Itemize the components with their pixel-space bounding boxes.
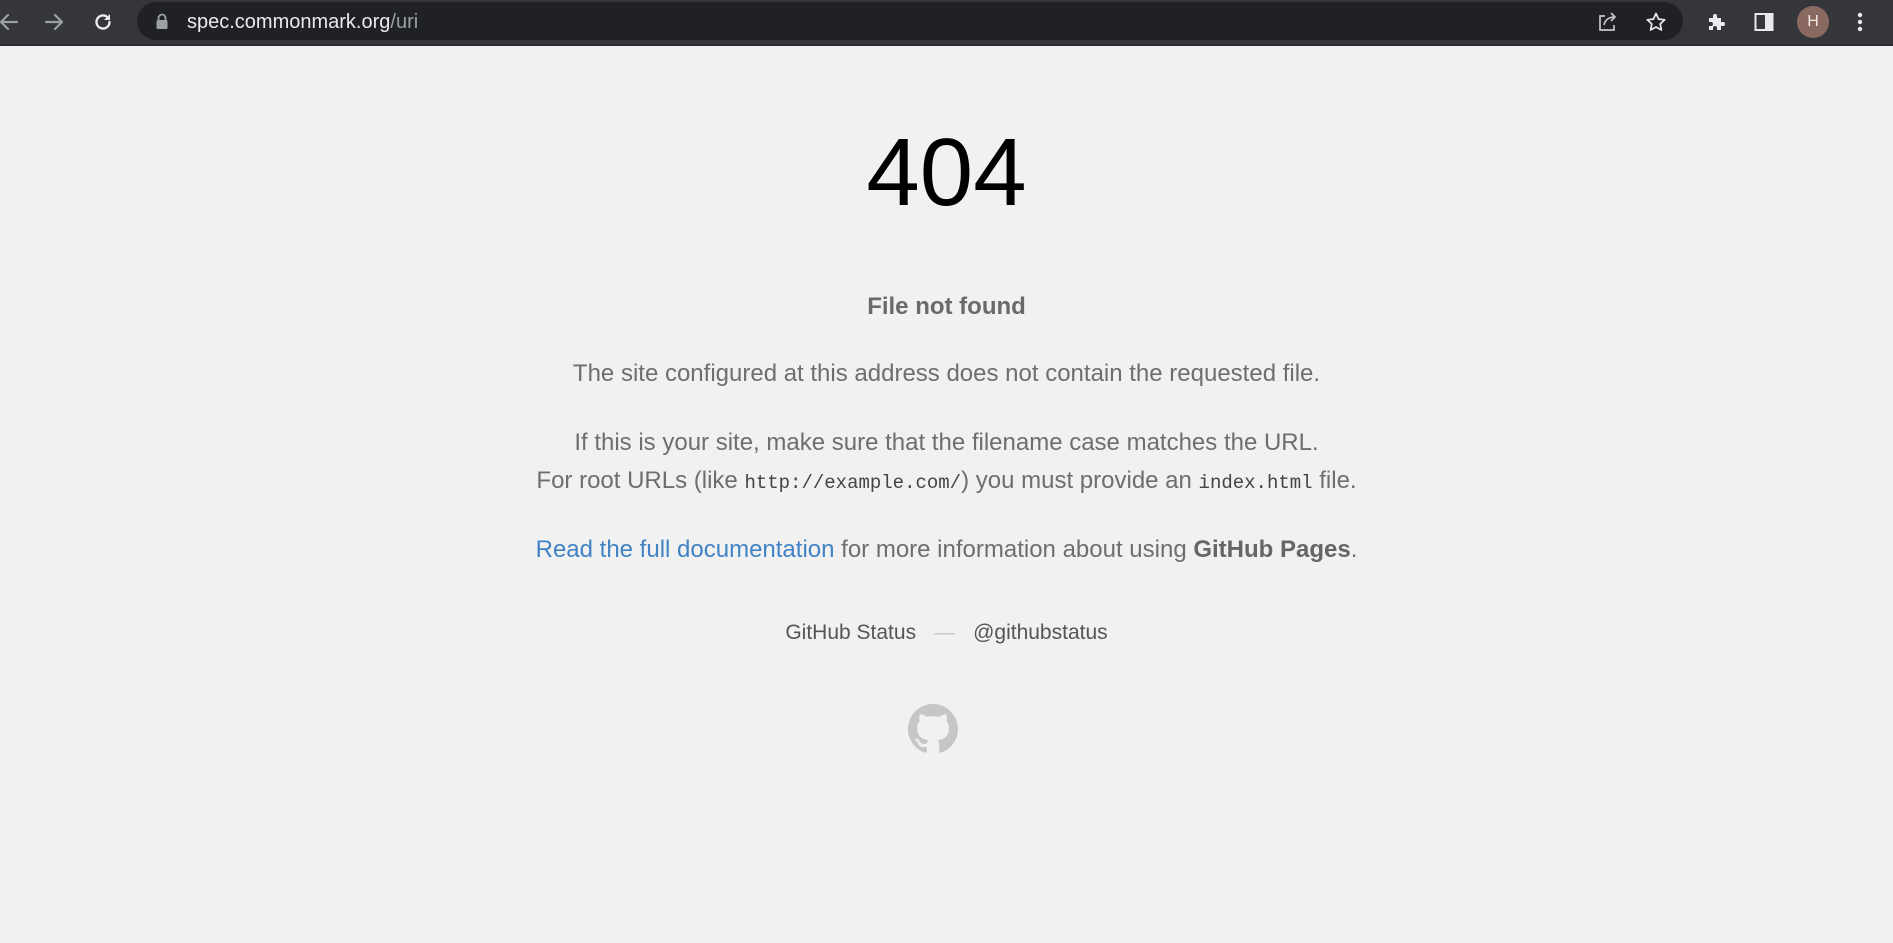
- github-pages-text: GitHub Pages: [1193, 536, 1351, 563]
- side-panel-icon: [1754, 13, 1774, 31]
- url-text[interactable]: spec.commonmark.org/uri: [187, 11, 418, 33]
- documentation-link[interactable]: Read the full documentation: [536, 536, 835, 563]
- bookmark-button[interactable]: [1643, 9, 1669, 35]
- forward-button[interactable]: [37, 5, 71, 39]
- reload-icon: [95, 14, 111, 30]
- github-octocat-icon: [908, 704, 958, 753]
- browser-toolbar: spec.commonmark.org/uri H: [0, 0, 1893, 46]
- page-content: 404 File not found The site configured a…: [0, 46, 1893, 943]
- reload-button[interactable]: [86, 5, 120, 39]
- hint-line-2a: For root URLs (like: [536, 467, 745, 494]
- documentation-text: for more information about using: [834, 536, 1194, 563]
- github-status-link[interactable]: GitHub Status: [785, 621, 916, 644]
- error-subtitle: File not found: [867, 293, 1026, 320]
- lock-icon[interactable]: [155, 13, 169, 30]
- site-owner-hint: If this is your site, make sure that the…: [0, 424, 1893, 502]
- error-description: The site configured at this address does…: [572, 360, 1321, 387]
- arrow-right-icon: [44, 13, 64, 31]
- profile-avatar[interactable]: H: [1797, 6, 1829, 38]
- hint-line-2b: ) you must provide an: [961, 467, 1199, 494]
- example-url-code: http://example.com/: [744, 472, 962, 494]
- star-icon: [1646, 12, 1666, 31]
- footer-separator: —: [934, 621, 956, 644]
- share-button[interactable]: [1595, 9, 1621, 35]
- error-code: 404: [866, 119, 1027, 226]
- documentation-end: .: [1350, 536, 1358, 563]
- index-file-code: index.html: [1198, 472, 1313, 494]
- share-icon: [1599, 12, 1616, 31]
- arrow-left-icon: [0, 13, 19, 31]
- kebab-menu-icon: [1857, 12, 1863, 32]
- hint-line-2c: file.: [1312, 467, 1357, 494]
- githubstatus-twitter-link[interactable]: @githubstatus: [973, 621, 1108, 644]
- address-bar[interactable]: spec.commonmark.org/uri: [137, 2, 1683, 40]
- url-host: spec.commonmark.org: [187, 11, 391, 33]
- menu-button[interactable]: [1843, 5, 1877, 39]
- footer-links: GitHub Status — @githubstatus: [0, 621, 1893, 645]
- hint-line-1: If this is your site, make sure that the…: [574, 429, 1319, 456]
- url-path: /uri: [390, 11, 419, 33]
- puzzle-icon: [1709, 14, 1725, 30]
- github-logo-link[interactable]: [908, 704, 958, 754]
- back-button[interactable]: [0, 5, 26, 39]
- documentation-line: Read the full documentation for more inf…: [0, 531, 1893, 569]
- extensions-button[interactable]: [1699, 5, 1733, 39]
- side-panel-button[interactable]: [1747, 5, 1781, 39]
